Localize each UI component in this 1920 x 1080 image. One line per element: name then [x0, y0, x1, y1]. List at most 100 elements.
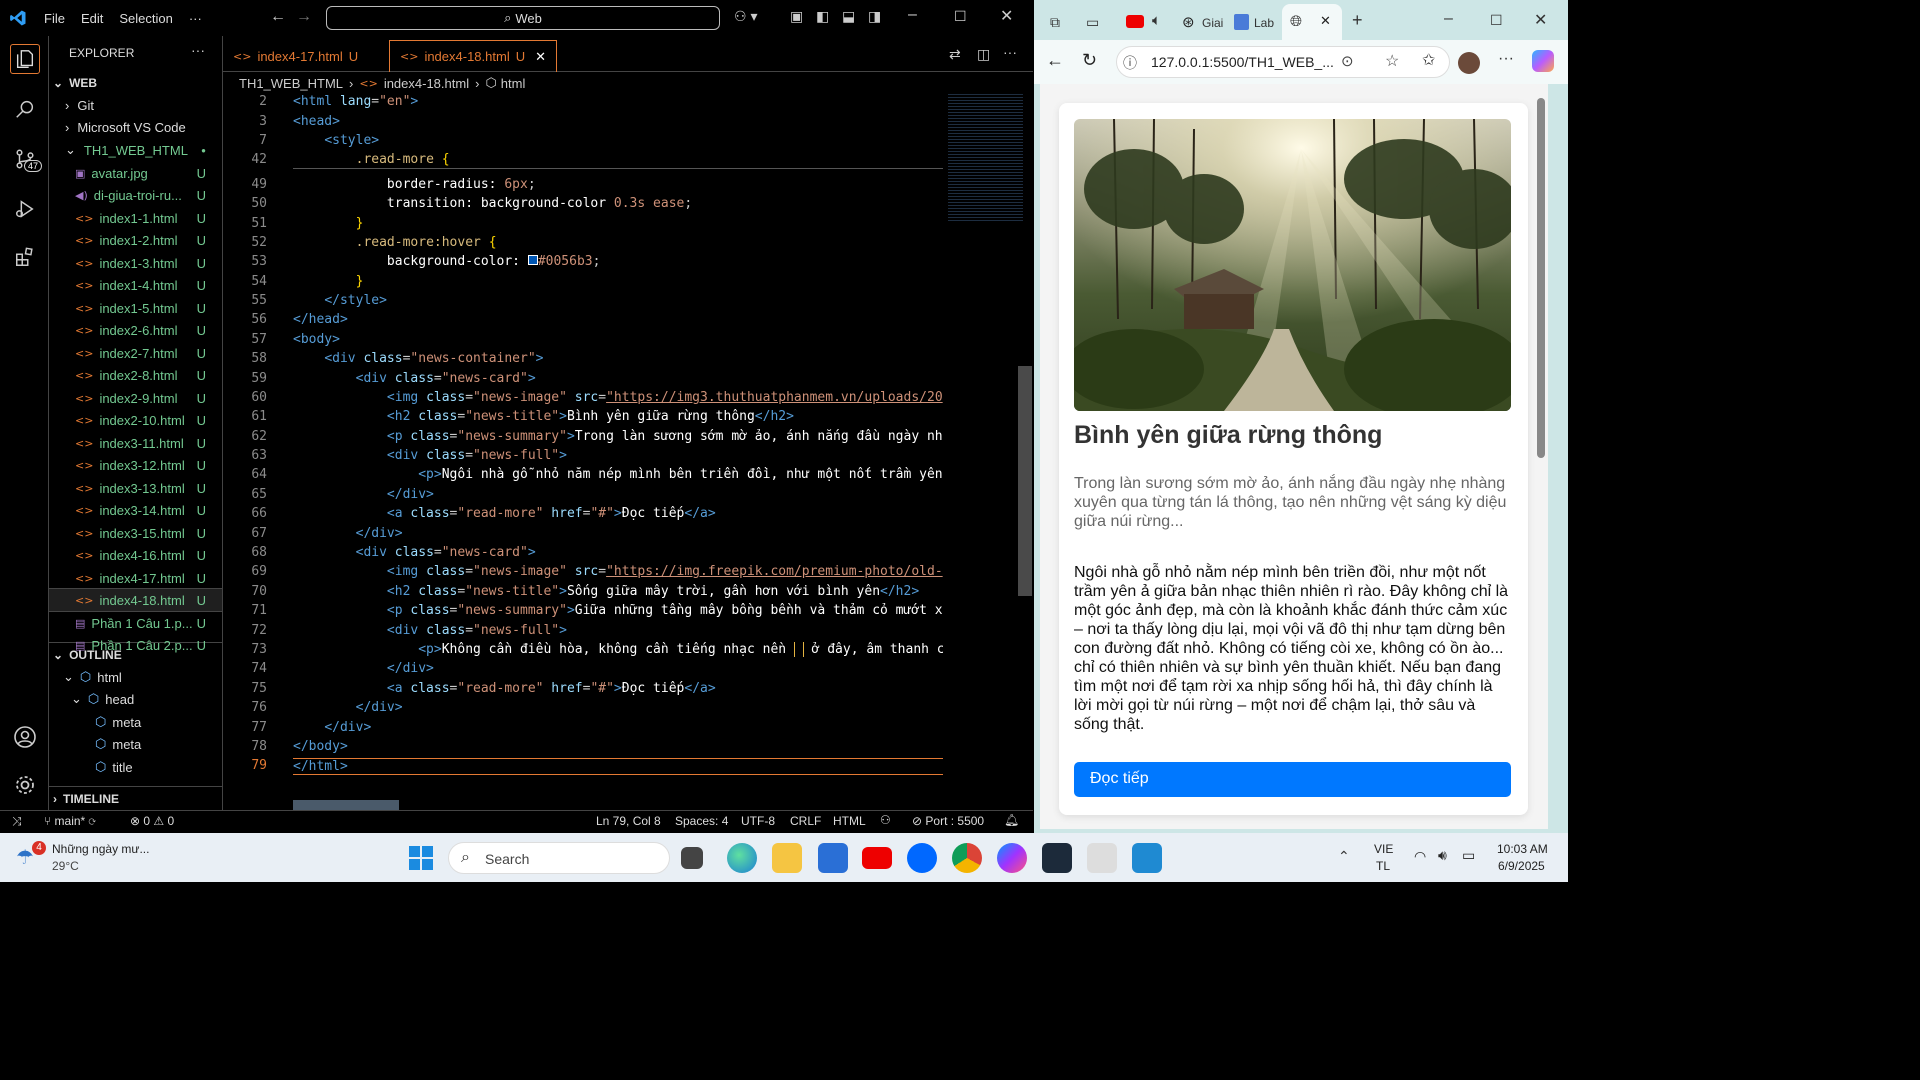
tab-favicon[interactable]: ⊛ [1182, 13, 1195, 31]
folder-item[interactable]: › Git [49, 94, 222, 116]
search-icon[interactable] [10, 94, 40, 124]
clock-time[interactable]: 10:03 AM [1497, 842, 1548, 856]
profile-avatar[interactable] [1458, 52, 1480, 74]
tab-title-1[interactable]: Giai [1202, 16, 1223, 30]
file-item[interactable]: <> index4-17.html U [49, 567, 222, 589]
tab-close-icon[interactable]: ✕ [535, 49, 546, 65]
league-icon[interactable] [1042, 843, 1072, 873]
store-icon[interactable] [818, 843, 848, 873]
favorite-star-icon[interactable]: ☆ [1385, 51, 1399, 71]
copilot-status-icon[interactable]: ⚇ [880, 813, 891, 827]
close-icon[interactable]: ✕ [1000, 6, 1013, 26]
timeline-section[interactable]: › TIMELINE [49, 788, 222, 810]
file-item[interactable]: <> index2-6.html U [49, 319, 222, 341]
horizontal-scrollbar[interactable] [293, 800, 399, 810]
layout-icon[interactable]: ▣ [790, 8, 803, 25]
forward-arrow-icon[interactable]: → [296, 8, 312, 26]
input-method[interactable]: TL [1376, 859, 1390, 873]
close-icon[interactable]: ✕ [1534, 10, 1547, 30]
zalo-icon[interactable] [907, 843, 937, 873]
file-item[interactable]: <> index3-11.html U [49, 432, 222, 454]
vertical-scrollbar[interactable] [1018, 366, 1032, 596]
cursor-position[interactable]: Ln 79, Col 8 [596, 814, 661, 828]
menu-more-icon[interactable]: ··· [181, 11, 210, 26]
maximize-icon[interactable]: ☐ [954, 8, 967, 25]
youtube-icon[interactable] [862, 847, 892, 869]
file-item[interactable]: <> index2-8.html U [49, 364, 222, 386]
wifi-icon[interactable]: ◠ [1414, 848, 1426, 865]
file-item[interactable]: ◀) di-giua-troi-ru... U [49, 184, 222, 206]
workspace-section[interactable]: ⌄ WEB [49, 72, 222, 94]
read-more-button[interactable]: Đọc tiếp [1074, 762, 1511, 797]
folder-item[interactable]: ⌄ TH1_WEB_HTML ● [49, 139, 222, 161]
start-button-icon[interactable] [409, 846, 433, 870]
run-debug-icon[interactable] [10, 194, 40, 224]
battery-icon[interactable]: ▭ [1462, 847, 1475, 864]
file-item[interactable]: <> index4-18.html U [48, 588, 223, 612]
file-explorer-icon[interactable] [772, 843, 802, 873]
breadcrumb-file[interactable]: index4-18.html [384, 76, 469, 91]
youtube-tab-icon[interactable] [1126, 15, 1144, 28]
folder-item[interactable]: › Microsoft VS Code [49, 117, 222, 139]
refresh-icon[interactable]: ↻ [1082, 50, 1097, 71]
copilot-icon[interactable]: ⚇ ▾ [734, 8, 757, 25]
split-editor-icon[interactable]: ◫ [977, 46, 990, 63]
tab-index4-18[interactable]: <> index4-18.html U ✕ [389, 40, 558, 72]
command-center-search[interactable]: ⌕ Web [326, 6, 720, 30]
vscode-taskbar-icon[interactable] [1132, 843, 1162, 873]
file-item[interactable]: <> index1-1.html U [49, 207, 222, 229]
page-scrollbar[interactable] [1536, 88, 1546, 824]
maximize-icon[interactable]: ☐ [1490, 12, 1503, 29]
task-view-icon[interactable] [681, 847, 703, 869]
minimap[interactable] [948, 92, 1023, 222]
taskbar-search[interactable]: ⌕ Search [448, 842, 670, 874]
branch-indicator[interactable]: ⑂ main* ⟳ [44, 814, 96, 828]
breadcrumb-symbol[interactable]: html [501, 76, 526, 91]
input-language[interactable]: VIE [1374, 842, 1393, 856]
toggle-sidebar-icon[interactable]: ◧ [816, 8, 829, 25]
outline-item-title[interactable]: ⬡ title [49, 756, 222, 778]
tab-title-2[interactable]: Lab [1254, 16, 1274, 30]
copilot-icon[interactable] [1532, 50, 1554, 72]
compare-changes-icon[interactable]: ⇄ [949, 46, 961, 63]
settings-gear-icon[interactable] [10, 770, 40, 800]
volume-icon[interactable]: 🔊︎ [1438, 847, 1447, 864]
toggle-secondary-sidebar-icon[interactable]: ◨ [868, 8, 881, 25]
close-tab-icon[interactable]: ✕ [1320, 13, 1331, 29]
outline-item-meta[interactable]: ⬡ meta [49, 711, 222, 733]
settings-more-icon[interactable]: ··· [1498, 50, 1514, 68]
toggle-panel-icon[interactable]: ⬓ [842, 8, 855, 25]
clock-date[interactable]: 6/9/2025 [1498, 859, 1545, 873]
messenger-icon[interactable] [997, 843, 1027, 873]
notifications-bell-icon[interactable]: 🔔︎ [1004, 813, 1019, 827]
file-item[interactable]: ▣ avatar.jpg U [49, 162, 222, 184]
menu-edit[interactable]: Edit [73, 11, 111, 26]
file-item[interactable]: <> index3-13.html U [49, 477, 222, 499]
file-item[interactable]: <> index2-10.html U [49, 409, 222, 431]
app-icon[interactable] [1087, 843, 1117, 873]
extensions-icon[interactable] [10, 242, 40, 272]
file-item[interactable]: <> index3-12.html U [49, 454, 222, 476]
chrome-icon[interactable] [952, 843, 982, 873]
file-item[interactable]: <> index3-14.html U [49, 499, 222, 521]
file-item[interactable]: <> index2-7.html U [49, 342, 222, 364]
active-tab[interactable]: 🌐︎ ✕ [1282, 4, 1342, 40]
accounts-icon[interactable] [10, 722, 40, 752]
docs-tab-icon[interactable] [1234, 14, 1249, 30]
file-item[interactable]: <> index2-9.html U [49, 387, 222, 409]
tab-index4-17[interactable]: <> index4-17.html U [223, 40, 368, 72]
tray-chevron-icon[interactable]: ⌃ [1338, 848, 1350, 865]
file-item[interactable]: ▤ Phần 1 Câu 2.p... U [49, 634, 222, 656]
remote-icon[interactable]: ⤨ [12, 814, 22, 829]
file-item[interactable]: <> index1-3.html U [49, 252, 222, 274]
menu-selection[interactable]: Selection [111, 11, 180, 26]
file-item[interactable]: <> index1-5.html U [49, 297, 222, 319]
file-item[interactable]: <> index1-4.html U [49, 274, 222, 296]
indentation[interactable]: Spaces: 4 [675, 814, 728, 828]
problems-indicator[interactable]: ⊗ 0 ⚠ 0 [130, 814, 174, 828]
address-bar[interactable]: ⓘ 127.0.0.1:5500/TH1_WEB_... ⊙ ☆ [1116, 46, 1450, 78]
language-mode[interactable]: HTML [833, 814, 866, 828]
file-item[interactable]: ▤ Phần 1 Câu 1.p... U [49, 612, 222, 634]
live-server-port[interactable]: ⊘ Port : 5500 [912, 814, 984, 828]
outline-item-head[interactable]: ⌄ ⬡ head [49, 688, 222, 710]
